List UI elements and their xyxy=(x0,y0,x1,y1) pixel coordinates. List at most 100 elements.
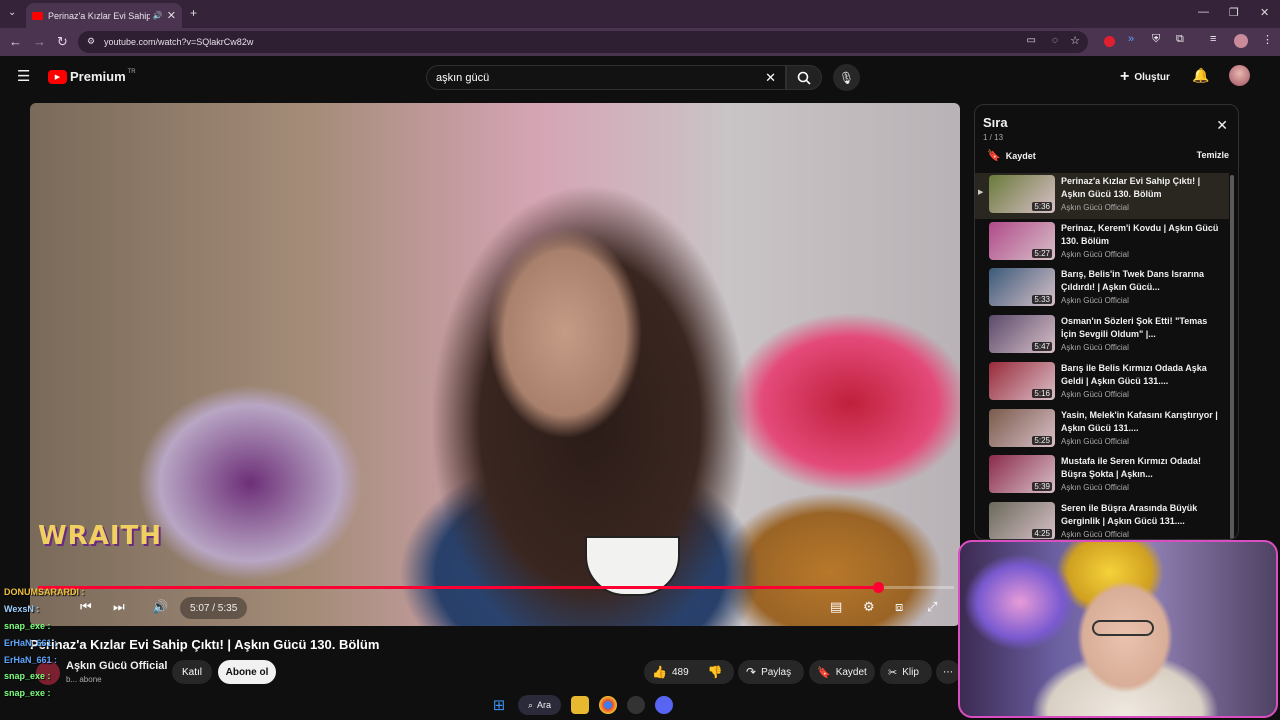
playlist-item[interactable]: 4:25 Seren ile Büşra Arasında Büyük Gergi… xyxy=(975,500,1229,539)
playlist-item[interactable]: 5:25 Yasin, Melek'in Kafasını Karıştırıyo… xyxy=(975,407,1229,453)
playlist-thumbnail[interactable]: 5:39 xyxy=(989,455,1055,494)
profile-avatar[interactable] xyxy=(1234,34,1248,48)
close-tab-icon[interactable]: ✕ xyxy=(167,9,176,22)
speaker-icon[interactable]: 🔊 xyxy=(153,11,163,20)
playlist-thumbnail[interactable]: 5:16 xyxy=(989,361,1055,400)
subscribe-button[interactable]: Abone ol xyxy=(218,660,276,684)
scissors-icon: ✂ xyxy=(888,666,898,679)
notifications-bell-icon[interactable]: 🔔 xyxy=(1192,67,1209,84)
playlist-thumbnail[interactable]: 5:36 xyxy=(989,175,1055,213)
hide-icon[interactable]: ◌ xyxy=(1052,35,1058,46)
playlist-item-channel: Aşkın Gücü Official xyxy=(1061,203,1129,212)
playlist-item[interactable]: 5:16 Barış ile Belis Kırmızı Odada Aşka G… xyxy=(975,360,1229,406)
chat-username: WexsN : xyxy=(4,604,40,614)
playlist-item[interactable]: 5:47 Osman'ın Sözleri Şok Etti! "Temas İç… xyxy=(975,313,1229,359)
minimize-icon[interactable]: — xyxy=(1198,6,1209,18)
subtitles-icon[interactable]: ▤ xyxy=(830,596,842,618)
volume-icon[interactable]: 🔊 xyxy=(152,596,168,618)
extension-wave-icon[interactable]: » xyxy=(1128,33,1134,45)
obs-icon[interactable] xyxy=(627,696,646,714)
chrome-icon[interactable] xyxy=(599,696,618,714)
playlist-item-title[interactable]: Mustafa ile Seren Kırmızı Odada! Büşra Ş… xyxy=(1061,455,1221,481)
playlist-item[interactable]: ▶ 5:36 Perinaz'a Kızlar Evi Sahip Çıktı! |… xyxy=(975,173,1229,219)
voice-search-button[interactable]: 🎙 xyxy=(833,64,860,91)
playlist-save-button[interactable]: 🔖 Kaydet xyxy=(987,149,1036,162)
miniplayer-icon[interactable]: ⧈ xyxy=(895,596,903,618)
progress-scrubber[interactable] xyxy=(872,582,884,593)
windows-start-icon[interactable]: ⊞ xyxy=(490,696,508,714)
search-query: aşkın gücü xyxy=(436,71,490,84)
like-icon[interactable]: 👍 xyxy=(652,665,667,679)
taskbar-search[interactable]: ⌕ Ara xyxy=(518,695,562,715)
playlist-scrollbar[interactable] xyxy=(1230,175,1234,539)
subscriber-count: b... abone xyxy=(66,675,102,684)
extension-record-icon[interactable] xyxy=(1104,36,1115,47)
fullscreen-icon[interactable]: ⤢ xyxy=(927,596,937,618)
new-tab-icon[interactable]: + xyxy=(190,6,197,20)
playlist-clear-button[interactable]: Temizle xyxy=(1197,150,1229,160)
now-playing-icon: ▶ xyxy=(978,189,984,196)
playlist-item-title[interactable]: Seren ile Büşra Arasında Büyük Gerginlik… xyxy=(1061,502,1221,528)
playlist-item-title[interactable]: Perinaz'a Kızlar Evi Sahip Çıktı! | Aşkı… xyxy=(1061,175,1221,201)
close-window-icon[interactable]: ✕ xyxy=(1260,6,1269,19)
playlist-thumbnail[interactable]: 5:27 xyxy=(989,221,1055,260)
site-info-icon[interactable]: ⚙ xyxy=(87,36,95,47)
back-icon[interactable]: ← xyxy=(9,34,22,49)
playlist-thumbnail[interactable]: 5:25 xyxy=(989,408,1055,447)
save-button[interactable]: 🔖 Kaydet xyxy=(809,660,875,684)
more-actions-button[interactable]: ⋯ xyxy=(936,660,960,684)
playlist-thumbnail[interactable]: 5:47 xyxy=(989,315,1055,354)
playlist-item-title[interactable]: Yasin, Melek'in Kafasını Karıştırıyor | … xyxy=(1061,409,1221,435)
url-field[interactable]: ⚙ youtube.com/watch?v=SQlakrCw82w ▭ ◌ ☆ xyxy=(78,31,1088,53)
video-duration: 5:33 xyxy=(1032,295,1052,305)
chat-username: ErHaN_661 : xyxy=(4,638,58,648)
channel-name[interactable]: Aşkın Gücü Official xyxy=(66,660,167,672)
video-player[interactable]: WRAITH ⏮ ⏭ 🔊 5:07 / 5:35 ▤ ⚙ ⧈ ⤢ xyxy=(30,103,960,626)
hamburger-menu-icon[interactable]: ☰ xyxy=(17,67,30,85)
playlist-item[interactable]: 5:27 Perinaz, Kerem'i Kovdu | Aşkın Gücü … xyxy=(975,220,1229,266)
playlist-item[interactable]: 5:33 Barış, Belis'in Twek Dans Israrına Ç… xyxy=(975,266,1229,312)
search-input[interactable]: aşkın gücü ✕ xyxy=(426,65,786,90)
playlist-item-title[interactable]: Barış ile Belis Kırmızı Odada Aşka Geldi… xyxy=(1061,362,1221,388)
logo-text: Premium xyxy=(70,69,126,84)
join-button[interactable]: Katıl xyxy=(172,660,212,684)
progress-bar[interactable] xyxy=(38,582,954,593)
media-control-icon[interactable]: ≡ xyxy=(1210,33,1216,45)
taskbar: ⊞ ⌕ Ara xyxy=(490,690,760,720)
video-duration: 5:27 xyxy=(1032,248,1052,258)
previous-icon[interactable]: ⏮ xyxy=(80,596,92,618)
discord-icon[interactable] xyxy=(655,696,674,714)
playlist-thumbnail[interactable]: 5:33 xyxy=(989,268,1055,307)
clear-search-icon[interactable]: ✕ xyxy=(765,70,776,86)
settings-gear-icon[interactable]: ⚙ xyxy=(863,596,875,618)
extension-shield-icon[interactable]: ⛨ xyxy=(1152,33,1160,46)
like-dislike-group: 👍 489 👎 xyxy=(644,660,734,684)
bookmark-star-icon[interactable]: ☆ xyxy=(1070,34,1080,47)
video-duration: 5:39 xyxy=(1032,482,1052,492)
search-button[interactable] xyxy=(786,65,822,90)
playlist-item-title[interactable]: Perinaz, Kerem'i Kovdu | Aşkın Gücü 130.… xyxy=(1061,222,1221,248)
playlist-item-title[interactable]: Osman'ın Sözleri Şok Etti! "Temas İçin S… xyxy=(1061,315,1221,341)
account-avatar[interactable] xyxy=(1229,65,1250,86)
forward-icon[interactable]: → xyxy=(33,34,46,49)
share-button[interactable]: ↷ Paylaş xyxy=(738,660,804,684)
browser-menu-icon[interactable]: ⋮ xyxy=(1262,33,1273,46)
clip-button[interactable]: ✂ Klip xyxy=(880,660,932,684)
tab-list-icon[interactable]: ⌄ xyxy=(8,7,16,18)
restore-icon[interactable]: ❐ xyxy=(1229,6,1239,19)
next-icon[interactable]: ⏭ xyxy=(113,596,125,618)
playlist-thumbnail[interactable]: 4:25 xyxy=(989,501,1055,539)
cast-icon[interactable]: ▭ xyxy=(1027,35,1036,46)
reload-icon[interactable]: ↻ xyxy=(57,34,68,50)
extensions-puzzle-icon[interactable]: ⧉ xyxy=(1176,33,1184,46)
video-duration: 5:16 xyxy=(1032,388,1052,398)
playlist-item[interactable]: 5:39 Mustafa ile Seren Kırmızı Odada! Büş… xyxy=(975,453,1229,499)
playlist-item-title[interactable]: Barış, Belis'in Twek Dans Israrına Çıldı… xyxy=(1061,268,1221,294)
dislike-icon[interactable]: 👎 xyxy=(708,665,723,679)
browser-tab[interactable]: Perinaz'a Kızlar Evi Sahip Çıkt 🔊 ✕ xyxy=(26,3,182,28)
create-button[interactable]: + Oluştur xyxy=(1120,68,1170,86)
close-playlist-icon[interactable]: ✕ xyxy=(1216,117,1228,134)
tab-title: Perinaz'a Kızlar Evi Sahip Çıkt xyxy=(48,10,150,21)
youtube-logo[interactable]: ▶ Premium TR xyxy=(48,69,136,84)
file-explorer-icon[interactable] xyxy=(571,696,590,714)
